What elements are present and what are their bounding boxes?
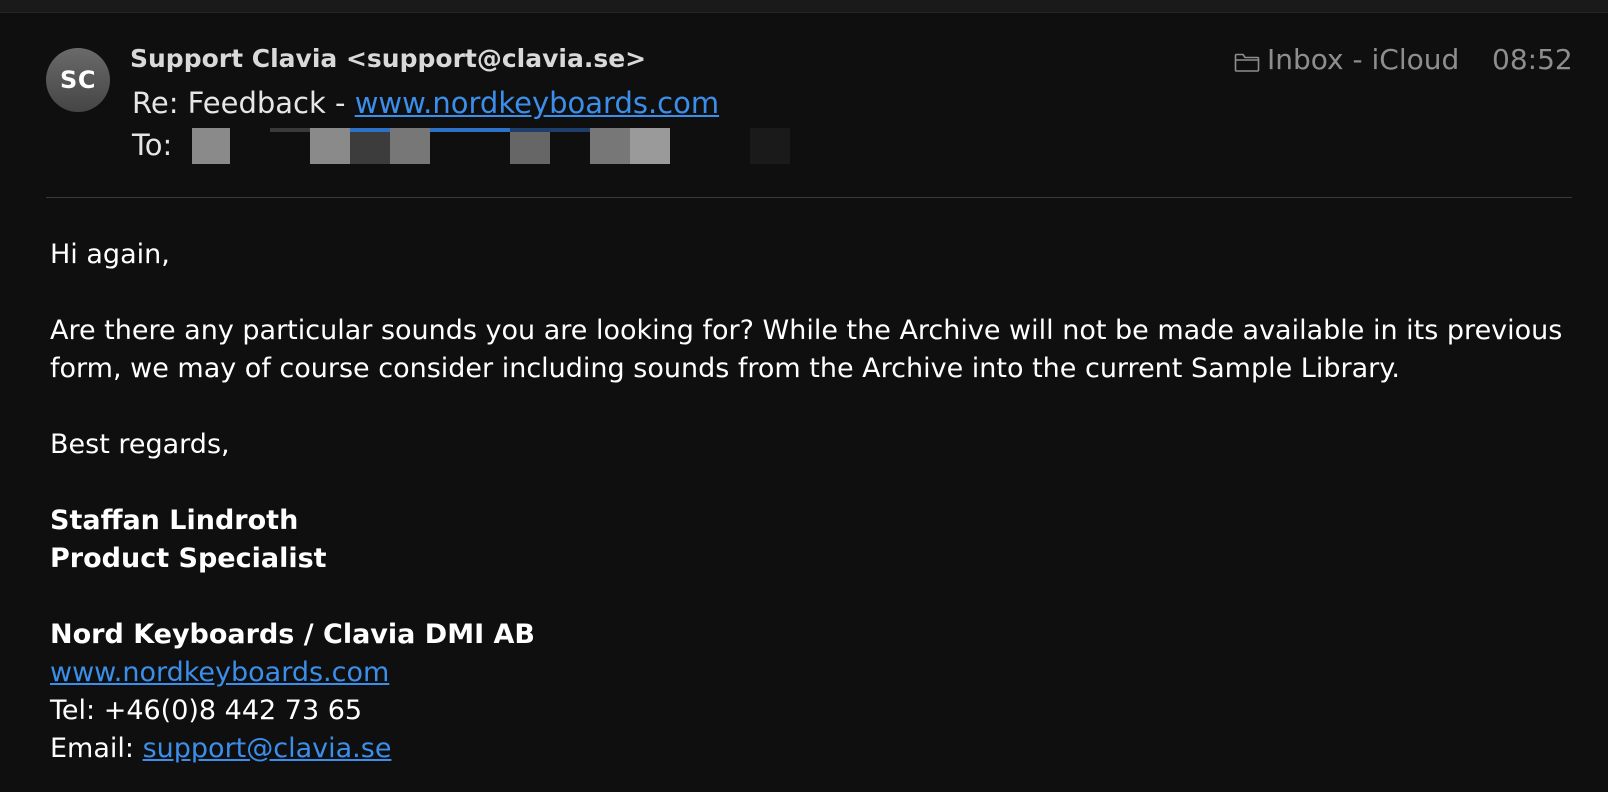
redacted-block	[750, 128, 790, 164]
message-body: Hi again, Are there any particular sound…	[50, 236, 1570, 768]
sender-title: Product Specialist	[50, 543, 327, 574]
email-link[interactable]: support@clavia.se	[143, 733, 392, 764]
redacted-block	[510, 128, 550, 164]
email-label: Email:	[50, 733, 143, 764]
sender-name: Staffan Lindroth	[50, 505, 299, 536]
redacted-block	[192, 128, 230, 164]
header-divider	[46, 197, 1572, 198]
mailbox-label[interactable]: Inbox - iCloud	[1234, 43, 1459, 76]
avatar: SC	[46, 48, 110, 112]
window-top-bar	[0, 0, 1608, 13]
redacted-block	[510, 128, 590, 132]
message-paragraph: Are there any particular sounds you are …	[50, 312, 1570, 388]
redacted-block	[350, 128, 390, 132]
closing: Best regards,	[50, 429, 230, 460]
redacted-block	[430, 128, 510, 132]
redacted-block	[270, 128, 310, 132]
timestamp: 08:52	[1492, 43, 1573, 76]
folder-icon	[1234, 53, 1260, 72]
to-label: To:	[132, 128, 173, 162]
mailbox-name: Inbox - iCloud	[1267, 43, 1460, 76]
subject-prefix: Re: Feedback -	[132, 86, 355, 120]
redacted-block	[310, 128, 350, 164]
signature-company: Nord Keyboards / Clavia DMI AB www.nordk…	[50, 616, 1570, 768]
email-line: Email: support@clavia.se	[50, 730, 1570, 768]
website-link[interactable]: www.nordkeyboards.com	[50, 654, 389, 692]
subject-line: Re: Feedback - www.nordkeyboards.com	[132, 86, 719, 120]
greeting: Hi again,	[50, 239, 170, 270]
redacted-block	[390, 128, 430, 164]
telephone: Tel: +46(0)8 442 73 65	[50, 695, 363, 726]
paragraph-line: form, we may of course consider includin…	[50, 353, 1400, 384]
company-name: Nord Keyboards / Clavia DMI AB	[50, 619, 535, 650]
subject-link[interactable]: www.nordkeyboards.com	[355, 86, 719, 120]
sender[interactable]: Support Clavia <support@clavia.se>	[130, 44, 646, 73]
paragraph-line: Are there any particular sounds you are …	[50, 315, 1563, 346]
redacted-block	[350, 128, 390, 164]
redacted-block	[630, 128, 670, 164]
redacted-block	[590, 128, 630, 164]
signature-person: Staffan Lindroth Product Specialist	[50, 502, 1570, 578]
